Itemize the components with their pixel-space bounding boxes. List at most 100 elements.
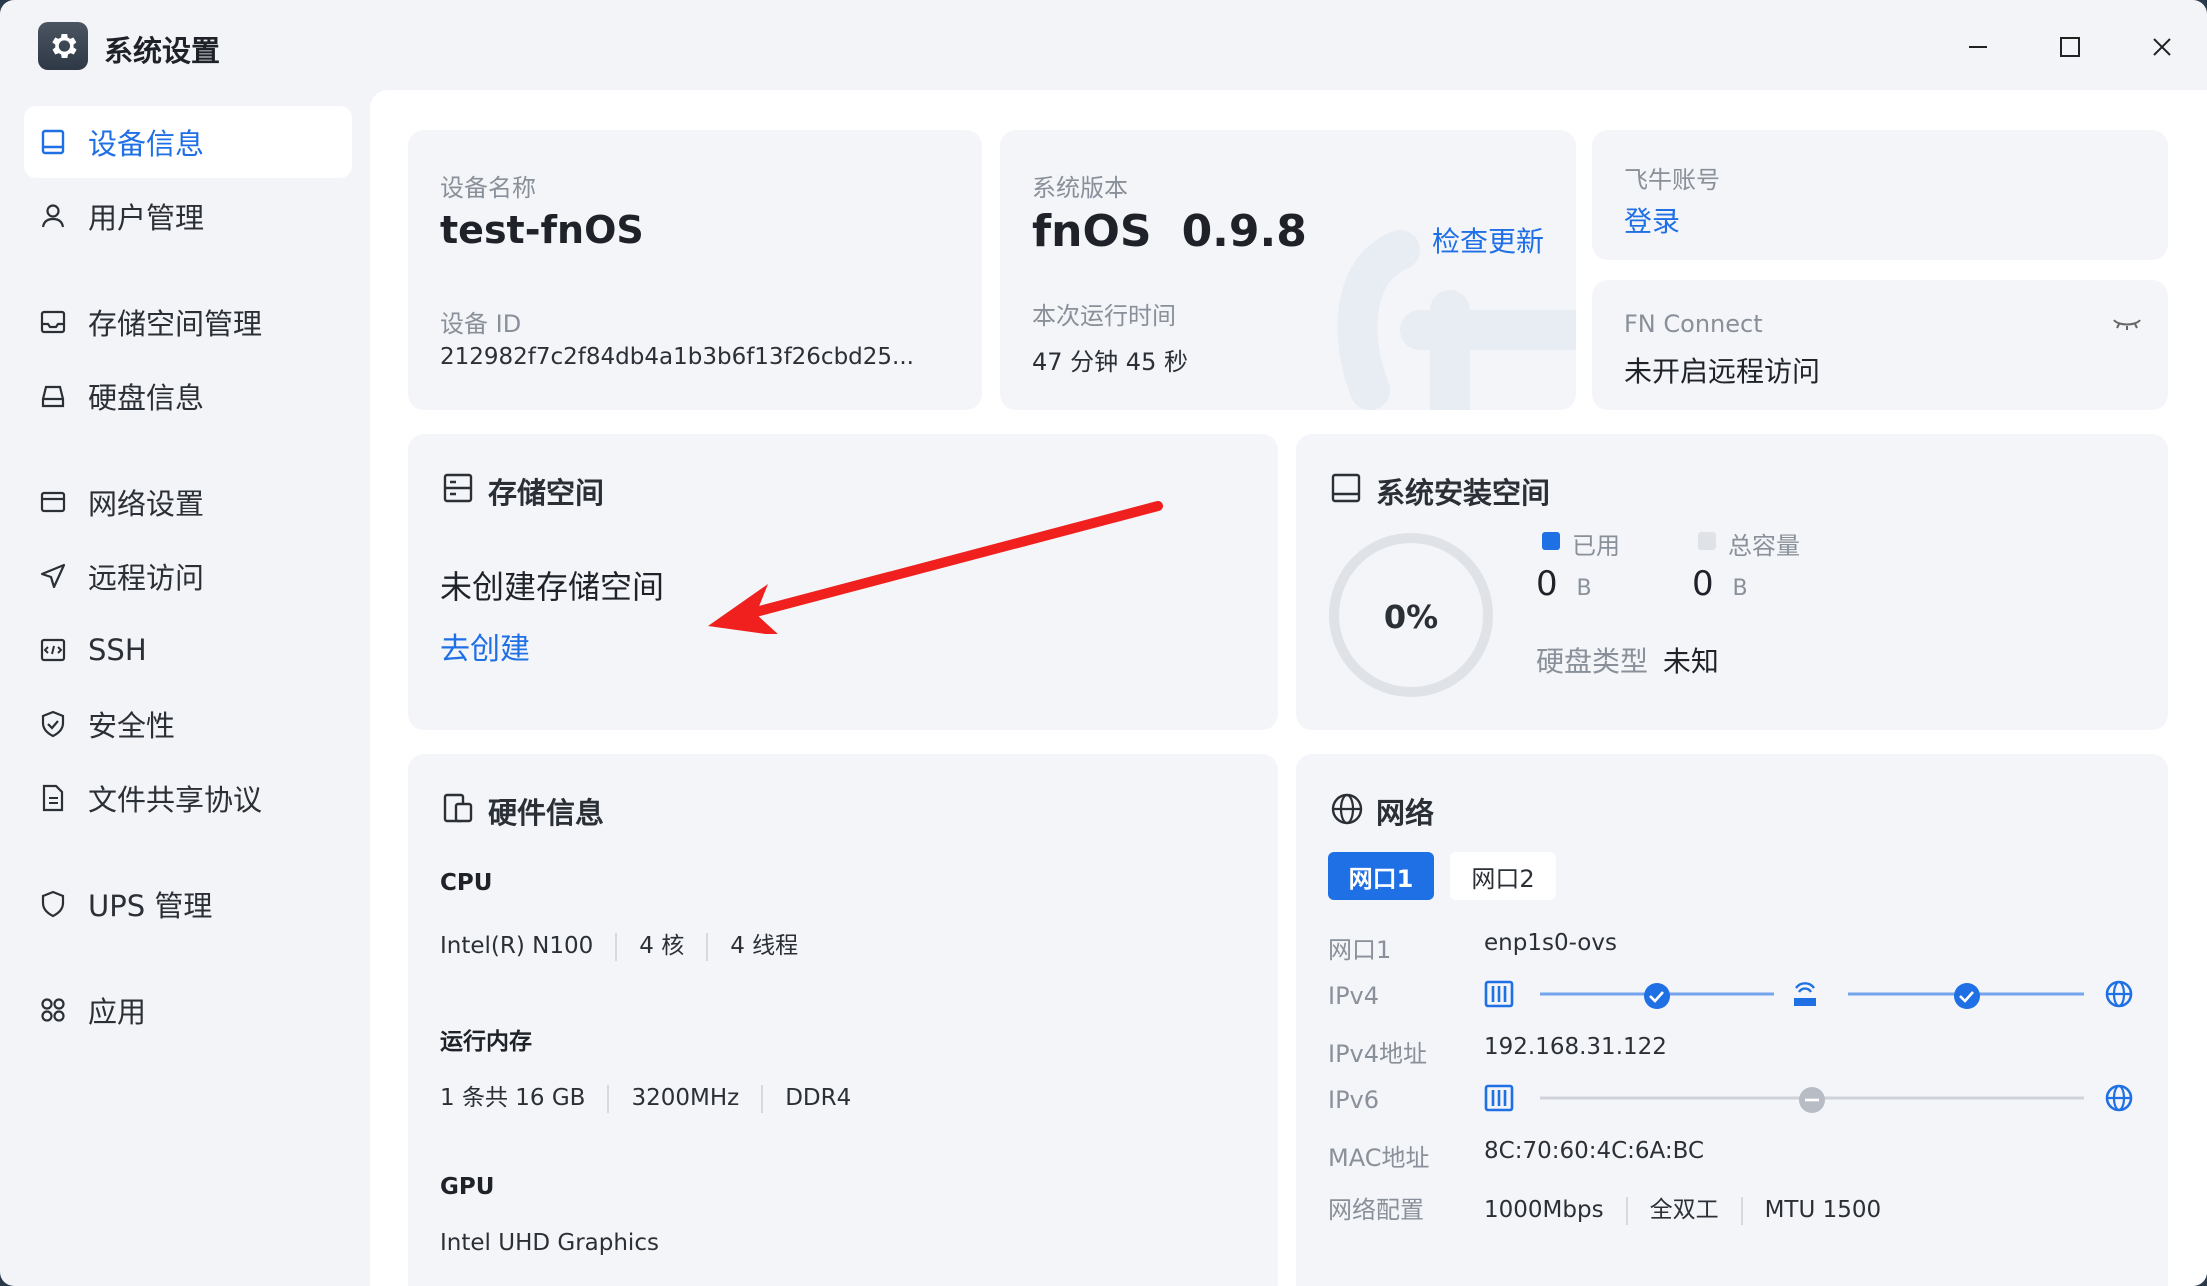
sidebar-item-label: 网络设置 <box>88 487 205 521</box>
install-space-card: 系统安装空间 0% 已用 0 B 总容量 0 B 硬盘类型 未知 <box>1296 434 2168 730</box>
maximize-button[interactable] <box>2047 24 2093 70</box>
login-link[interactable]: 登录 <box>1624 200 1680 240</box>
sidebar-item-users[interactable]: 用户管理 <box>24 180 352 252</box>
ipv4-address: 192.168.31.122 <box>1484 1034 1667 1060</box>
uptime-value: 47 分钟 45 秒 <box>1032 348 1188 376</box>
device-id-label: 设备 ID <box>440 310 522 338</box>
terminal-icon <box>40 638 66 662</box>
storage-empty-text: 未创建存储空间 <box>440 568 665 606</box>
sidebar-item-label: 应用 <box>88 995 147 1029</box>
document-icon <box>42 784 64 812</box>
mac-address: 8C:70:60:4C:6A:BC <box>1484 1138 1705 1164</box>
fn-connect-label: FN Connect <box>1624 310 1763 338</box>
system-version-label: 系统版本 <box>1032 174 1128 202</box>
globe-icon <box>2105 1084 2133 1112</box>
ipv6-label: IPv6 <box>1328 1086 1380 1114</box>
settings-app-icon <box>38 22 88 70</box>
total-label: 总容量 <box>1728 532 1800 560</box>
apps-icon <box>41 998 65 1022</box>
title-bar: 系统设置 <box>0 0 2207 90</box>
gpu-model: Intel UHD Graphics <box>440 1230 659 1256</box>
os-name: fnOS <box>1032 206 1152 257</box>
check-update-link[interactable]: 检查更新 <box>1432 220 1544 260</box>
disk-type-label: 硬盘类型 <box>1536 645 1649 678</box>
send-icon <box>40 563 66 589</box>
device-name: test-fnOS <box>440 208 644 252</box>
sidebar-item-label: 用户管理 <box>88 201 205 235</box>
memory-size: 1 条共 16 GB <box>440 1085 586 1111</box>
create-storage-link[interactable]: 去创建 <box>440 624 530 668</box>
memory-speed: 3200MHz <box>631 1085 740 1111</box>
sidebar-item-label: 存储空间管理 <box>88 307 263 341</box>
sidebar-item-label: 文件共享协议 <box>88 783 263 817</box>
network-config-label: 网络配置 <box>1328 1196 1424 1224</box>
storage-icon <box>443 473 473 503</box>
port-label: 网口1 <box>1328 936 1392 964</box>
router-icon <box>1794 982 1816 1006</box>
sidebar-item-label: UPS 管理 <box>88 889 213 923</box>
main-panel: 设备名称 test-fnOS 设备 ID 212982f7c2f84db4a1b… <box>370 90 2207 1286</box>
tab-port-1[interactable]: 网口1 <box>1328 852 1434 900</box>
ipv4-connection-status <box>1484 980 2133 1009</box>
minimize-button[interactable] <box>1955 24 2001 70</box>
sidebar-item-label: SSH <box>88 633 147 667</box>
settings-window: 系统设置 设备信息 用户管理 存储空间管理 硬盘信息 网络设置 远程访问 SSH… <box>0 0 2207 1286</box>
sidebar-item-label: 设备信息 <box>88 127 205 161</box>
sidebar-item-apps[interactable]: 应用 <box>24 974 352 1046</box>
hardware-card: 硬件信息 CPU Intel(R) N100 4 核 4 线程 运行内存 1 条共 … <box>408 754 1278 1286</box>
red-arrow-annotation <box>708 501 1163 634</box>
total-value: 0 B <box>1692 564 1748 604</box>
total-number: 0 <box>1692 564 1714 604</box>
device-card: 设备名称 test-fnOS 设备 ID 212982f7c2f84db4a1b… <box>408 130 982 410</box>
ipv4-label: IPv4 <box>1328 982 1380 1010</box>
total-unit: B <box>1732 576 1748 601</box>
monitor-icon <box>41 129 65 155</box>
sidebar-item-ups[interactable]: UPS 管理 <box>24 868 352 940</box>
sidebar-item-disk[interactable]: 硬盘信息 <box>24 360 352 432</box>
account-label: 飞牛账号 <box>1624 166 1720 194</box>
sidebar-item-storage[interactable]: 存储空间管理 <box>24 286 352 358</box>
network-card: 网络 网口1 网口2 网口1 enp1s0-ovs IPv4 IPv4地址 19… <box>1296 754 2168 1286</box>
disk-icon <box>41 385 65 408</box>
network-icon <box>40 491 66 513</box>
storage-card: 存储空间 未创建存储空间 去创建 <box>408 434 1278 730</box>
used-value: 0 B <box>1536 564 1592 604</box>
mtu-value: MTU 1500 <box>1764 1197 1882 1223</box>
network-config-row: 1000Mbps 全双工 MTU 1500 <box>1484 1190 1881 1225</box>
sidebar-item-label: 安全性 <box>88 709 176 743</box>
fn-connect-card: FN Connect 未开启远程访问 <box>1592 280 2168 410</box>
check-circle-icon <box>1954 983 1980 1009</box>
storage-icon <box>40 310 66 334</box>
fn-connect-status: 未开启远程访问 <box>1624 355 1821 388</box>
tab-port-2[interactable]: 网口2 <box>1450 852 1556 900</box>
ipv6-connection-status <box>1484 1084 2133 1113</box>
memory-row: 1 条共 16 GB 3200MHz DDR4 <box>440 1078 851 1113</box>
device-id-value: 212982f7c2f84db4a1b3b6f13f26cbd25... <box>440 344 914 370</box>
sidebar-item-network[interactable]: 网络设置 <box>24 466 352 538</box>
used-legend-swatch <box>1542 532 1560 550</box>
sidebar-item-remote[interactable]: 远程访问 <box>24 540 352 612</box>
user-icon <box>41 204 65 228</box>
duplex-mode: 全双工 <box>1649 1197 1719 1223</box>
used-unit: B <box>1576 576 1592 601</box>
eye-closed-icon[interactable] <box>2112 314 2142 334</box>
sidebar-item-security[interactable]: 安全性 <box>24 688 352 760</box>
system-version-card: 系统版本 fnOS 0.9.8 检查更新 本次运行时间 47 分钟 45 秒 <box>1000 130 1576 410</box>
shield-check-icon <box>41 710 65 738</box>
nas-device-icon <box>1484 1084 1514 1112</box>
os-version: 0.9.8 <box>1181 206 1307 257</box>
disk-type-value: 未知 <box>1662 645 1719 678</box>
usage-percent: 0% <box>1383 598 1439 636</box>
check-circle-icon <box>1644 983 1670 1009</box>
total-legend-swatch <box>1698 532 1716 550</box>
sidebar-item-ssh[interactable]: SSH <box>24 614 352 686</box>
close-button[interactable] <box>2139 24 2185 70</box>
hardware-icon <box>443 793 473 823</box>
cpu-row: Intel(R) N100 4 核 4 线程 <box>440 926 798 961</box>
sidebar-item-file-sharing[interactable]: 文件共享协议 <box>24 762 352 834</box>
cpu-threads: 4 线程 <box>730 933 799 959</box>
sidebar-item-device-info[interactable]: 设备信息 <box>24 106 352 178</box>
sidebar-item-label: 远程访问 <box>88 561 205 595</box>
system-version: fnOS 0.9.8 <box>1032 206 1307 257</box>
hardware-title: 硬件信息 <box>488 796 605 830</box>
